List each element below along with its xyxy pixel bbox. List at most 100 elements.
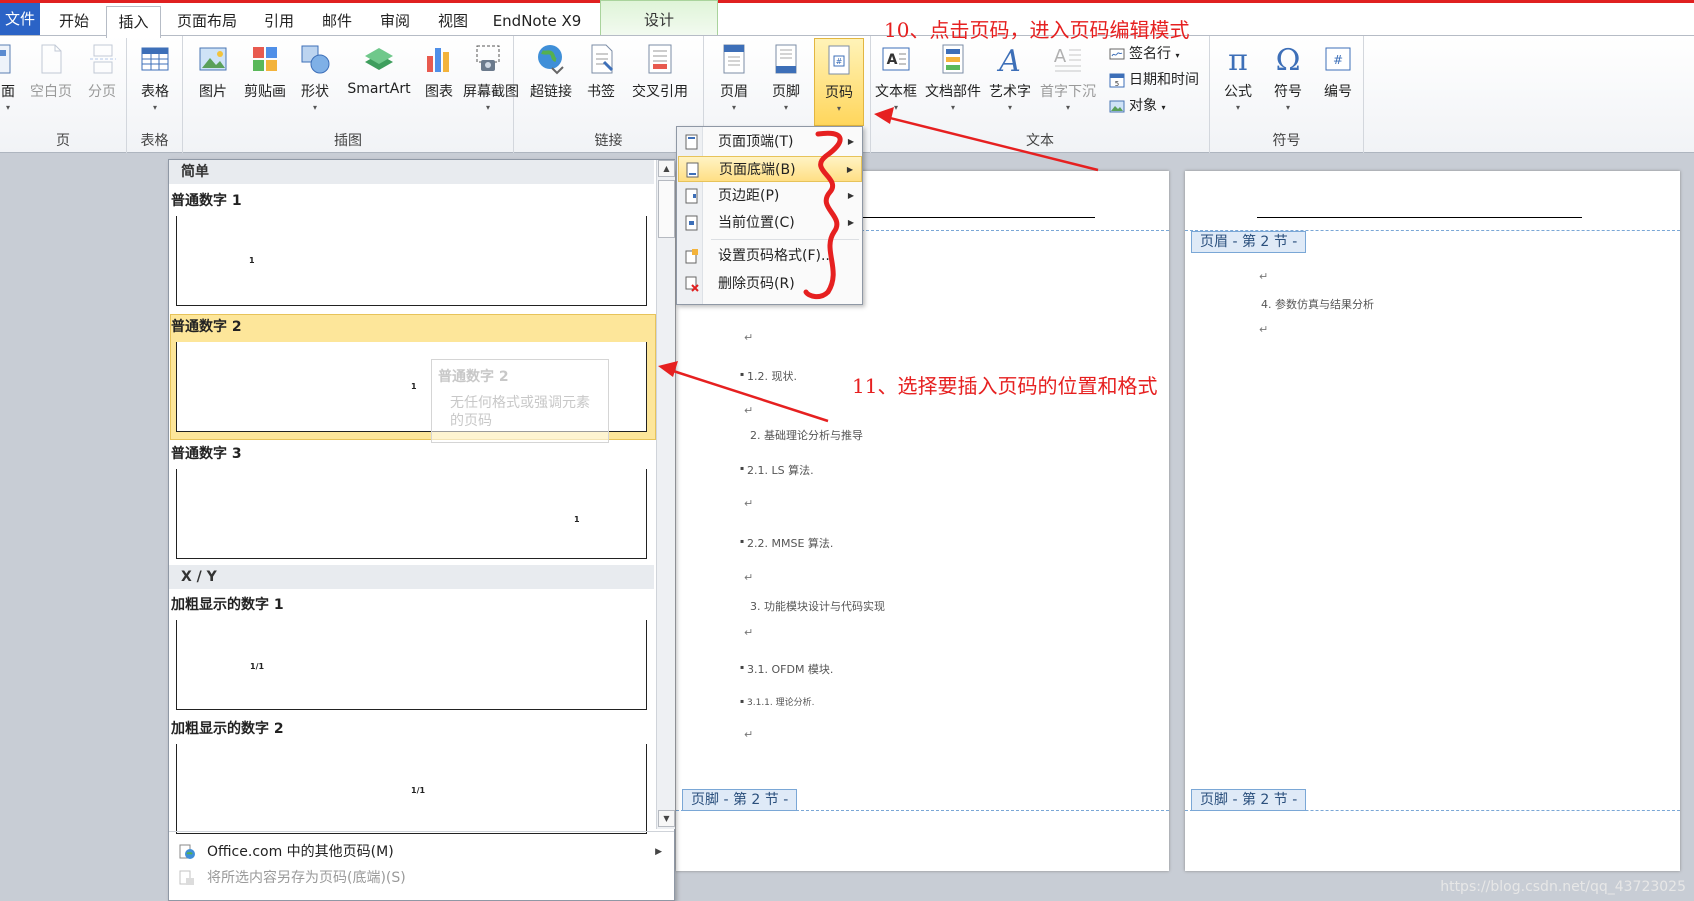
textbox-button[interactable]: A 文本框 ▾ xyxy=(873,42,919,134)
menu-item-remove-page-numbers[interactable]: 删除页码(R) xyxy=(678,271,862,297)
dropcap-button[interactable]: A 首字下沉 ▾ xyxy=(1037,42,1099,134)
footer-boundary xyxy=(1185,810,1680,811)
blank-page-button[interactable]: 空白页 xyxy=(27,42,75,134)
save-selection-button[interactable]: 将所选内容另存为页码(底端)(S) xyxy=(169,865,674,891)
header-button[interactable]: 页眉 ▾ xyxy=(712,42,756,134)
table-button[interactable]: 表格 ▾ xyxy=(133,42,177,134)
tab-mailings[interactable]: 邮件 xyxy=(312,6,362,36)
object-button[interactable]: 对象 ▾ xyxy=(1109,94,1165,118)
sample-page-number: 1 xyxy=(249,256,255,265)
paragraph-mark: ↵ xyxy=(744,571,754,584)
page-number-gallery: 简单 普通数字 1 1 普通数字 2 1 普通数字 2 无任何格式或强调元素的页… xyxy=(168,159,675,901)
chevron-down-icon: ▾ xyxy=(152,103,157,112)
menu-item-bottom-of-page[interactable]: 页面底端(B) ▶ xyxy=(678,156,862,182)
menu-item-label: 删除页码(R) xyxy=(718,276,795,292)
numbering-icon: # xyxy=(1325,47,1351,71)
header-rule xyxy=(1257,217,1582,218)
tooltip-title: 普通数字 2 xyxy=(438,369,509,385)
equation-button[interactable]: π 公式 ▾ xyxy=(1216,42,1260,134)
document-page-2[interactable]: 页眉 - 第 2 节 - ↵ 4. 参数仿真与结果分析 ↵ 页脚 - 第 2 节… xyxy=(1185,171,1680,871)
scrollbar-thumb[interactable] xyxy=(658,180,675,238)
footer-section-tag[interactable]: 页脚 - 第 2 节 - xyxy=(1191,789,1307,811)
paragraph-mark: ↵ xyxy=(744,728,754,741)
group-label-pages: 页 xyxy=(56,133,70,149)
hyperlink-button[interactable]: 超链接 xyxy=(526,42,576,134)
chart-button[interactable]: 图表 xyxy=(419,42,459,134)
date-time-button[interactable]: 5 日期和时间 xyxy=(1109,68,1199,92)
page-number-button[interactable]: # 页码 ▾ xyxy=(814,38,864,126)
menu-item-top-of-page[interactable]: 页面顶端(T) ▶ xyxy=(678,129,862,155)
bookmark-icon xyxy=(591,44,614,74)
tab-review[interactable]: 审阅 xyxy=(370,6,420,36)
header-icon xyxy=(723,44,745,74)
page-number-icon: # xyxy=(828,45,850,75)
symbol-button[interactable]: Ω 符号 ▾ xyxy=(1266,42,1310,134)
tab-file[interactable]: 文件 xyxy=(0,3,40,35)
page-break-label: 分页 xyxy=(88,84,116,100)
calendar-icon: 5 xyxy=(1109,73,1125,88)
gallery-scrollbar[interactable]: ▲ ▼ xyxy=(656,160,675,829)
cross-reference-button[interactable]: 交叉引用 xyxy=(626,42,694,134)
paragraph-mark: ↵ xyxy=(1259,270,1269,283)
quick-parts-icon xyxy=(942,44,964,74)
chevron-down-icon: ▾ xyxy=(1175,51,1180,60)
tab-endnote[interactable]: EndNote X9 xyxy=(487,6,587,36)
screenshot-icon xyxy=(476,45,500,71)
group-tables: 表格 ▾ 表格 xyxy=(127,36,183,153)
menu-separator xyxy=(711,239,859,240)
quick-parts-button[interactable]: 文档部件 ▾ xyxy=(923,42,983,134)
gallery-item-plain-number-1[interactable]: 1 xyxy=(176,216,647,306)
menu-item-format-page-numbers[interactable]: 设置页码格式(F)... xyxy=(678,243,862,269)
tooltip-description: 无任何格式或强调元素的页码 xyxy=(450,395,590,429)
screenshot-button[interactable]: 屏幕截图 ▾ xyxy=(463,42,519,134)
tab-view[interactable]: 视图 xyxy=(428,6,478,36)
clipart-button[interactable]: 剪贴画 xyxy=(239,42,291,134)
menu-item-current-position[interactable]: 当前位置(C) ▶ xyxy=(678,210,862,236)
paragraph-mark: ↵ xyxy=(744,404,754,417)
blank-page-label: 空白页 xyxy=(30,84,72,100)
scroll-up-button[interactable]: ▲ xyxy=(658,160,675,177)
tab-references[interactable]: 引用 xyxy=(254,6,304,36)
svg-text:#: # xyxy=(1333,53,1343,67)
signature-line-button[interactable]: 签名行 ▾ xyxy=(1109,42,1179,66)
scroll-down-button[interactable]: ▼ xyxy=(658,810,675,827)
gallery-item-plain-number-3[interactable]: 1 xyxy=(176,469,647,559)
gallery-item-bold-number-2[interactable]: 1/1 xyxy=(176,744,647,834)
gallery-item-bold-number-1[interactable]: 1/1 xyxy=(176,620,647,710)
page-break-button[interactable]: 分页 xyxy=(80,42,124,134)
picture-button[interactable]: 图片 xyxy=(193,42,233,134)
footer-section-tag[interactable]: 页脚 - 第 2 节 - xyxy=(682,789,798,811)
dropcap-icon: A xyxy=(1054,46,1081,72)
tab-home[interactable]: 开始 xyxy=(45,6,103,36)
numbering-button[interactable]: # 编号 xyxy=(1316,42,1360,134)
svg-text:π: π xyxy=(1228,43,1248,76)
cover-page-button[interactable]: 面 ▾ xyxy=(0,42,16,134)
more-page-numbers-button[interactable]: Office.com 中的其他页码(M) ▶ xyxy=(169,839,674,865)
object-icon xyxy=(1109,100,1125,113)
tab-design[interactable]: 设计 xyxy=(600,0,718,38)
clipart-icon xyxy=(253,47,277,71)
annotation-step10: 10、点击页码，进入页码编辑模式 xyxy=(884,18,1190,42)
header-section-tag[interactable]: 页眉 - 第 2 节 - xyxy=(1191,231,1307,253)
chart-icon xyxy=(427,48,449,72)
footer-button[interactable]: 页脚 ▾ xyxy=(764,42,808,134)
svg-text:A: A xyxy=(1054,46,1067,67)
wordart-button[interactable]: A 艺术字 ▾ xyxy=(985,42,1035,134)
shapes-button[interactable]: 形状 ▾ xyxy=(295,42,335,134)
tab-insert[interactable]: 插入 xyxy=(106,6,161,38)
tab-page-layout[interactable]: 页面布局 xyxy=(167,6,247,36)
sample-page-number: 1 xyxy=(574,515,580,524)
chevron-right-icon: ▶ xyxy=(847,191,854,200)
chevron-right-icon: ▶ xyxy=(846,165,853,174)
top-of-page-icon xyxy=(685,134,698,150)
gallery-item-title: 普通数字 2 xyxy=(171,319,242,335)
paragraph-mark: ↵ xyxy=(744,331,754,344)
bookmark-button[interactable]: 书签 xyxy=(581,42,621,134)
group-pages: 面 ▾ 空白页 分页 页 xyxy=(0,36,127,153)
toc-line: 4. 参数仿真与结果分析 xyxy=(1261,298,1374,311)
sample-page-number: 1/1 xyxy=(250,662,265,671)
gallery-section-xy: X / Y xyxy=(169,565,654,589)
smartart-button[interactable]: SmartArt xyxy=(343,42,415,134)
menu-item-page-margins[interactable]: 页边距(P) ▶ xyxy=(678,183,862,209)
toc-line: 3. 功能模块设计与代码实现 xyxy=(750,600,885,613)
